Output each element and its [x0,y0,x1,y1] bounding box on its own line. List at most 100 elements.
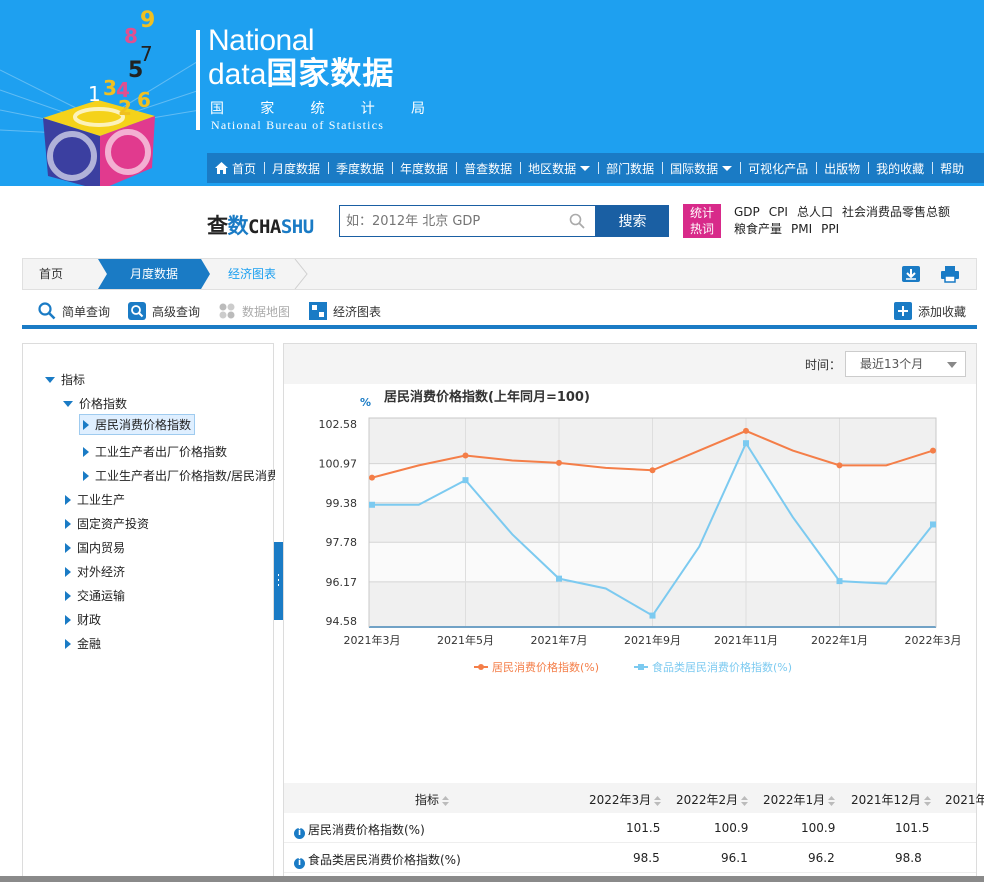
add-favorite-button[interactable]: 添加收藏 [894,302,966,320]
data-point [743,440,749,447]
simple-query-button[interactable]: 简单查询 [38,302,110,320]
y-axis-unit: % [360,396,371,409]
column-header[interactable]: 2022年2月 [676,791,749,808]
expand-icon [83,470,89,481]
tree-item[interactable]: 国内贸易 [65,539,125,556]
chart-header: 时间： 最近13个月 [284,344,976,384]
tree-item[interactable]: 金融 [65,635,101,652]
column-header[interactable]: 2021年12月 [851,791,931,808]
row-label[interactable]: i 居民消费价格指数(%) [294,821,425,839]
column-header[interactable]: 2022年3月 [589,791,662,808]
search-icon[interactable] [569,213,585,229]
nav-publications[interactable]: 出版物 [816,160,868,177]
home-icon [215,162,228,174]
column-header[interactable]: 指标 [415,791,450,808]
hot-word-link[interactable]: PPI [821,222,839,236]
hot-word-link[interactable]: 总人口 [797,205,833,219]
print-icon[interactable] [940,265,960,283]
nav-favorites[interactable]: 我的收藏 [868,160,932,177]
table-cell: 98.5 [633,851,660,865]
y-tick-label: 102.58 [319,418,358,431]
tree-item[interactable]: 财政 [65,611,101,628]
sort-icon [828,795,836,806]
hot-word-link[interactable]: 粮食产量 [734,222,782,236]
nav-visualization[interactable]: 可视化产品 [740,160,816,177]
breadcrumb: 首页 月度数据 经济图表 [22,258,977,290]
nav-label: 可视化产品 [748,161,809,176]
horizontal-scrollbar[interactable] [0,876,984,882]
legend-marker [638,664,644,670]
row-label[interactable]: i 食品类居民消费价格指数(%) [294,851,461,869]
info-icon[interactable]: i [294,828,305,839]
nav-help[interactable]: 帮助 [932,160,972,177]
nav-annual[interactable]: 年度数据 [392,160,456,177]
search-button[interactable]: 搜索 [596,205,669,237]
panel-resize-handle[interactable] [274,542,283,620]
table-cell: 98.8 [895,851,922,865]
search-row: 查数CHASHU 搜索 统计 热词 GDP CPI 总人口社会消费品零售总额 粮食产… [0,186,984,256]
hot-badge-line: 热词 [689,222,714,236]
tree-item[interactable]: 交通运输 [65,587,125,604]
data-point [930,521,936,528]
breadcrumb-monthly[interactable]: 月度数据 [98,259,210,289]
chart-title: 居民消费价格指数(上年同月=100) [384,389,590,405]
advanced-query-button[interactable]: 高级查询 [128,302,200,320]
tree-label: 工业生产 [77,493,126,507]
column-header[interactable]: 2021年11月 [945,791,984,808]
data-point [369,474,375,481]
tree-cpi[interactable]: 居民消费价格指数 [79,414,196,435]
expand-icon [65,638,71,649]
tree-item[interactable]: 工业生产 [65,491,125,508]
tree-label: 价格指数 [79,397,128,411]
legend-label: 居民消费价格指数(%) [492,660,599,674]
export-icon[interactable] [901,265,921,283]
column-header[interactable]: 2022年1月 [763,791,836,808]
chevron-down-icon [580,165,591,171]
sort-icon [654,795,662,806]
tree-price-index[interactable]: 价格指数 [63,395,127,412]
bureau-char: 统 [310,101,325,117]
nav-label: 我的收藏 [876,161,925,176]
y-tick-label: 96.17 [326,576,358,589]
nav-monthly[interactable]: 月度数据 [264,160,328,177]
data-point [836,462,843,469]
tree-label: 金融 [77,637,102,651]
tree-item[interactable]: 固定资产投资 [65,515,149,532]
info-icon[interactable]: i [294,858,305,869]
nav-department[interactable]: 部门数据 [598,160,662,177]
header-label: 指标 [415,793,440,807]
tree-ppi[interactable]: 工业生产者出厂价格指数 [83,443,227,460]
expand-icon [65,614,71,625]
hot-word-link[interactable]: CPI [769,205,788,219]
tree-root[interactable]: 指标 [45,371,85,388]
nbs-logo[interactable]: 1 3 2 4 5 6 7 8 9 [0,0,201,186]
econ-chart-button[interactable]: 经济图表 [309,302,381,320]
tree-label: 居民消费价格指数 [95,418,192,432]
tree-item[interactable]: 对外经济 [65,563,125,580]
tree-label: 工业生产者出厂价格指数/居民消费价格指数 [95,469,275,483]
hot-word-link[interactable]: 社会消费品零售总额 [842,205,950,219]
hot-badge-line: 统计 [689,206,714,220]
plus-icon [894,302,912,320]
nav-home[interactable]: 首页 [207,160,264,177]
indicator-tree: 指标 价格指数 居民消费价格指数 工业生产者出厂价格指数 工业生产者出厂价格指数… [22,343,275,882]
hot-words: GDP CPI 总人口 社会消费品零售总额 粮食产量 PMI PPI [734,204,979,238]
time-range-select[interactable]: 最近13个月 [845,351,966,377]
tree-label: 国内贸易 [77,541,126,555]
expand-icon [65,494,71,505]
data-map-button[interactable]: 数据地图 [218,302,290,320]
breadcrumb-home[interactable]: 首页 [39,259,63,289]
x-tick-label: 2021年5月 [437,633,494,647]
table-cell: 96.1 [721,851,748,865]
nav-quarterly[interactable]: 季度数据 [328,160,392,177]
nav-census[interactable]: 普查数据 [456,160,520,177]
nav-regional[interactable]: 地区数据 [520,160,598,177]
search-input[interactable] [340,207,560,235]
nav-international[interactable]: 国际数据 [662,160,740,177]
hot-word-link[interactable]: GDP [734,205,760,219]
time-label: 时间： [805,358,842,372]
tree-ppi-cpi[interactable]: 工业生产者出厂价格指数/居民消费价格指数 [83,467,275,484]
bureau-char: 局 [411,101,425,117]
hot-word-link[interactable]: PMI [791,222,812,236]
grip-dot [278,574,279,576]
